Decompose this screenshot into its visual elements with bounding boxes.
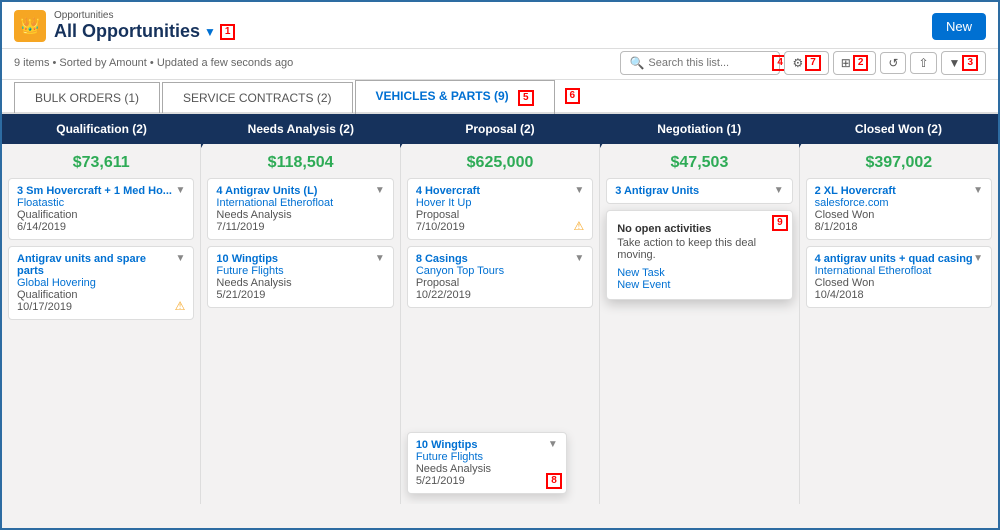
card-dropdown-icon[interactable]: ▼ [548, 439, 558, 450]
table-row: 4 Hovercraft ▼ Hover It Up Proposal 7/10… [407, 178, 593, 240]
kanban-col-needs-analysis: $118,504 4 Antigrav Units (L) ▼ Internat… [201, 144, 400, 504]
kanban-col-header-proposal: Proposal (2) [400, 114, 599, 144]
tabs-row: BULK ORDERS (1) SERVICE CONTRACTS (2) VE… [2, 80, 998, 114]
annotation-6: 6 [565, 88, 581, 104]
card-dropdown-icon[interactable]: ▼ [176, 185, 186, 196]
tab-service-contracts[interactable]: SERVICE CONTRACTS (2) [162, 82, 352, 113]
popup-links: New Task New Event [617, 267, 781, 291]
kanban-col-negotiation: $47,503 3 Antigrav Units ▼ No open activ… [600, 144, 799, 504]
table-row: Antigrav units and spare parts ▼ Global … [8, 246, 194, 320]
table-row: 2 XL Hovercraft ▼ salesforce.com Closed … [806, 178, 992, 240]
popup-new-task[interactable]: New Task [617, 267, 781, 279]
tab-bulk-orders[interactable]: BULK ORDERS (1) [14, 82, 160, 113]
card-dropdown-icon[interactable]: ▼ [375, 253, 385, 264]
kanban-col-header-negotiation: Negotiation (1) [600, 114, 799, 144]
col-total-closed-won: $397,002 [806, 150, 992, 178]
col-total-needs-analysis: $118,504 [207, 150, 393, 178]
popup-no-activity: No open activities [617, 223, 781, 235]
table-row: 10 Wingtips ▼ Future Flights Needs Analy… [207, 246, 393, 308]
refresh-icon: ↺ [888, 56, 898, 70]
dragged-card[interactable]: 10 Wingtips ▼ Future Flights Needs Analy… [407, 432, 567, 494]
kanban-header: Qualification (2) Needs Analysis (2) Pro… [2, 114, 998, 144]
popup-message: Take action to keep this deal moving. [617, 237, 781, 261]
share-button[interactable]: ⇧ [910, 52, 936, 74]
kanban-body: $73,611 3 Sm Hovercraft + 1 Med Ho... ▼ … [2, 144, 998, 504]
new-button-wrapper: New [932, 13, 986, 40]
annotation-5: 5 [518, 90, 534, 106]
card-dropdown-icon[interactable]: ▼ [774, 185, 784, 196]
kanban-col-proposal: $625,000 4 Hovercraft ▼ Hover It Up Prop… [401, 144, 600, 504]
card-dropdown-icon[interactable]: ▼ [574, 253, 584, 264]
header-title-block: Opportunities All Opportunities ▼ 1 [54, 10, 235, 42]
warning-icon: ⚠ [573, 219, 584, 233]
card-dropdown-icon[interactable]: ▼ [973, 253, 983, 264]
new-button[interactable]: New [932, 13, 986, 40]
table-row: 8 Casings ▼ Canyon Top Tours Proposal 10… [407, 246, 593, 308]
header-left: 👑 Opportunities All Opportunities ▼ 1 [14, 10, 235, 42]
subheader-right: 🔍 4 ⚙ 7 ⊞ 2 ↺ ⇧ ▼ [620, 51, 986, 75]
kanban-col-header-closed-won: Closed Won (2) [799, 114, 998, 144]
tab-vehicles-parts[interactable]: VEHICLES & PARTS (9) 5 [355, 80, 555, 114]
refresh-button[interactable]: ↺ [880, 52, 906, 74]
header-title: All Opportunities ▼ 1 [54, 21, 235, 42]
share-icon: ⇧ [918, 56, 928, 70]
grid-button[interactable]: ⊞ 2 [833, 51, 877, 75]
table-row: 3 Sm Hovercraft + 1 Med Ho... ▼ Floatast… [8, 178, 194, 240]
annotation-3: 3 [962, 55, 978, 71]
annotation-9: 9 [772, 215, 788, 231]
page-container: 👑 Opportunities All Opportunities ▼ 1 Ne… [0, 0, 1000, 530]
col-total-proposal: $625,000 [407, 150, 593, 178]
card-dropdown-icon[interactable]: ▼ [973, 185, 983, 196]
table-row: 4 Antigrav Units (L) ▼ International Eth… [207, 178, 393, 240]
card-dropdown-icon[interactable]: ▼ [176, 253, 186, 264]
toolbar-icons: ⚙ 7 ⊞ 2 ↺ ⇧ ▼ 3 [784, 51, 986, 75]
card-dropdown-icon[interactable]: ▼ [574, 185, 584, 196]
tabs-row-wrapper: BULK ORDERS (1) SERVICE CONTRACTS (2) VE… [2, 80, 998, 114]
annotation-7: 7 [805, 55, 821, 71]
table-row: 3 Antigrav Units ▼ [606, 178, 792, 204]
title-dropdown-arrow[interactable]: ▼ [204, 25, 216, 39]
filter-button[interactable]: ▼ 3 [941, 51, 986, 75]
top-header: 👑 Opportunities All Opportunities ▼ 1 Ne… [2, 2, 998, 49]
kanban-col-header-needs-analysis: Needs Analysis (2) [201, 114, 400, 144]
search-wrapper: 🔍 4 [620, 51, 780, 75]
search-input[interactable] [648, 57, 768, 69]
kanban-col-closed-won: $397,002 2 XL Hovercraft ▼ salesforce.co… [800, 144, 998, 504]
subheader: 9 items • Sorted by Amount • Updated a f… [2, 49, 998, 80]
grid-icon: ⊞ [841, 56, 851, 70]
card-dropdown-icon[interactable]: ▼ [375, 185, 385, 196]
table-row: 4 antigrav units + quad casing ▼ Interna… [806, 246, 992, 308]
search-icon: 🔍 [629, 56, 644, 70]
popup-new-event[interactable]: New Event [617, 279, 781, 291]
gear-button[interactable]: ⚙ 7 [784, 51, 828, 75]
kanban-main: Qualification (2) Needs Analysis (2) Pro… [2, 114, 998, 504]
annotation-2: 2 [853, 55, 869, 71]
negotiation-popup: No open activities Take action to keep t… [606, 210, 792, 300]
annotation-8: 8 [546, 473, 562, 489]
col-total-negotiation: $47,503 [606, 150, 792, 178]
kanban-col-qualification: $73,611 3 Sm Hovercraft + 1 Med Ho... ▼ … [2, 144, 201, 504]
warning-icon: ⚠ [175, 299, 186, 313]
crown-icon: 👑 [14, 10, 46, 42]
gear-icon: ⚙ [792, 56, 803, 70]
status-text: 9 items • Sorted by Amount • Updated a f… [14, 57, 293, 69]
filter-icon: ▼ [949, 56, 961, 70]
kanban-col-header-qualification: Qualification (2) [2, 114, 201, 144]
col-total-qualification: $73,611 [8, 150, 194, 178]
header-subtitle: Opportunities [54, 10, 235, 21]
annotation-1: 1 [220, 24, 236, 40]
